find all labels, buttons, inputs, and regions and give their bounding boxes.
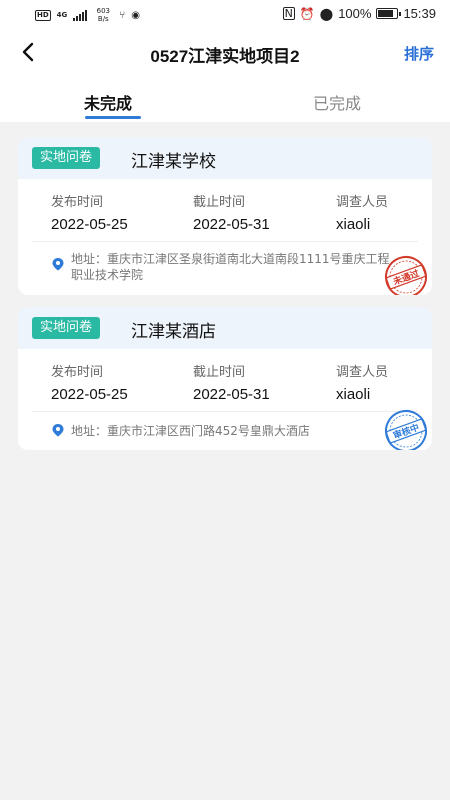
signal-icon	[73, 9, 88, 21]
status-bar: HD 4G 603 B/s ⑂ ◉ N ⏰ ⬤ 100% 15:39	[0, 0, 450, 28]
surveyor-value: xiaoli	[336, 216, 371, 233]
tab-complete[interactable]: 已完成	[313, 90, 361, 114]
reviewing-stamp-icon: 审核中	[385, 410, 427, 450]
publish-time-value: 2022-05-25	[51, 216, 128, 233]
deadline-value: 2022-05-31	[193, 216, 270, 233]
surveyor-label: 调查人员	[336, 365, 389, 380]
deadline: 截止时间 2022-05-31	[193, 361, 270, 403]
deadline-label: 截止时间	[193, 365, 246, 380]
battery-icon	[376, 8, 402, 19]
tab-bar: 未完成 已完成	[0, 78, 450, 122]
rejected-stamp-icon: 未通过	[385, 256, 427, 295]
nfc-icon: N	[282, 7, 295, 20]
tab-incomplete[interactable]: 未完成	[84, 90, 132, 114]
network-speed: 603 B/s	[96, 7, 110, 23]
header: 0527江津实地项目2 排序	[0, 28, 450, 78]
divider	[32, 411, 418, 412]
card-header: 实地问卷 江津某学校	[18, 137, 432, 179]
survey-card[interactable]: 实地问卷 江津某酒店 发布时间 2022-05-25 截止时间 2022-05-…	[18, 307, 432, 450]
address-text: 地址：重庆市江津区圣泉街道南北大道南段1111号重庆工程职业技术学院	[71, 252, 390, 282]
battery-percent: 100%	[338, 6, 372, 21]
publish-time: 发布时间 2022-05-25	[51, 191, 128, 233]
card-header: 实地问卷 江津某酒店	[18, 307, 432, 349]
publish-time-label: 发布时间	[51, 365, 104, 380]
clock: 15:39	[403, 6, 436, 21]
survey-card[interactable]: 实地问卷 江津某学校 发布时间 2022-05-25 截止时间 2022-05-…	[18, 137, 432, 295]
hd-indicator: HD	[35, 9, 51, 21]
publish-time-value: 2022-05-25	[51, 386, 128, 403]
surveyor-value: xiaoli	[336, 386, 371, 403]
account-icon: ◉	[131, 9, 141, 21]
page-title: 0527江津实地项目2	[150, 47, 300, 66]
deadline-value: 2022-05-31	[193, 386, 270, 403]
card-title: 江津某学校	[131, 152, 216, 172]
address-text: 地址：重庆市江津区西门路452号皇鼎大酒店	[71, 424, 310, 438]
location-icon: ⬤	[319, 6, 334, 21]
tab-active-indicator	[85, 116, 141, 119]
publish-time-label: 发布时间	[51, 195, 104, 210]
network-type: 4G	[56, 11, 68, 19]
publish-time: 发布时间 2022-05-25	[51, 361, 128, 403]
surveyor: 调查人员 xiaoli	[336, 191, 388, 233]
address: 地址：重庆市江津区圣泉街道南北大道南段1111号重庆工程职业技术学院	[51, 251, 392, 283]
address: 地址：重庆市江津区西门路452号皇鼎大酒店	[51, 423, 392, 439]
surveyor-label: 调查人员	[336, 195, 389, 210]
surveyor: 调查人员 xiaoli	[336, 361, 388, 403]
survey-type-tag: 实地问卷	[32, 147, 101, 169]
card-title: 江津某酒店	[131, 322, 216, 342]
sort-button[interactable]: 排序	[404, 43, 434, 64]
deadline-label: 截止时间	[193, 195, 246, 210]
divider	[32, 241, 418, 242]
alarm-icon: ⏰	[299, 6, 315, 21]
card-info-row: 发布时间 2022-05-25 截止时间 2022-05-31 调查人员 xia…	[18, 361, 432, 405]
card-info-row: 发布时间 2022-05-25 截止时间 2022-05-31 调查人员 xia…	[18, 191, 432, 235]
deadline: 截止时间 2022-05-31	[193, 191, 270, 233]
usb-icon: ⑂	[119, 9, 126, 21]
survey-type-tag: 实地问卷	[32, 317, 101, 339]
